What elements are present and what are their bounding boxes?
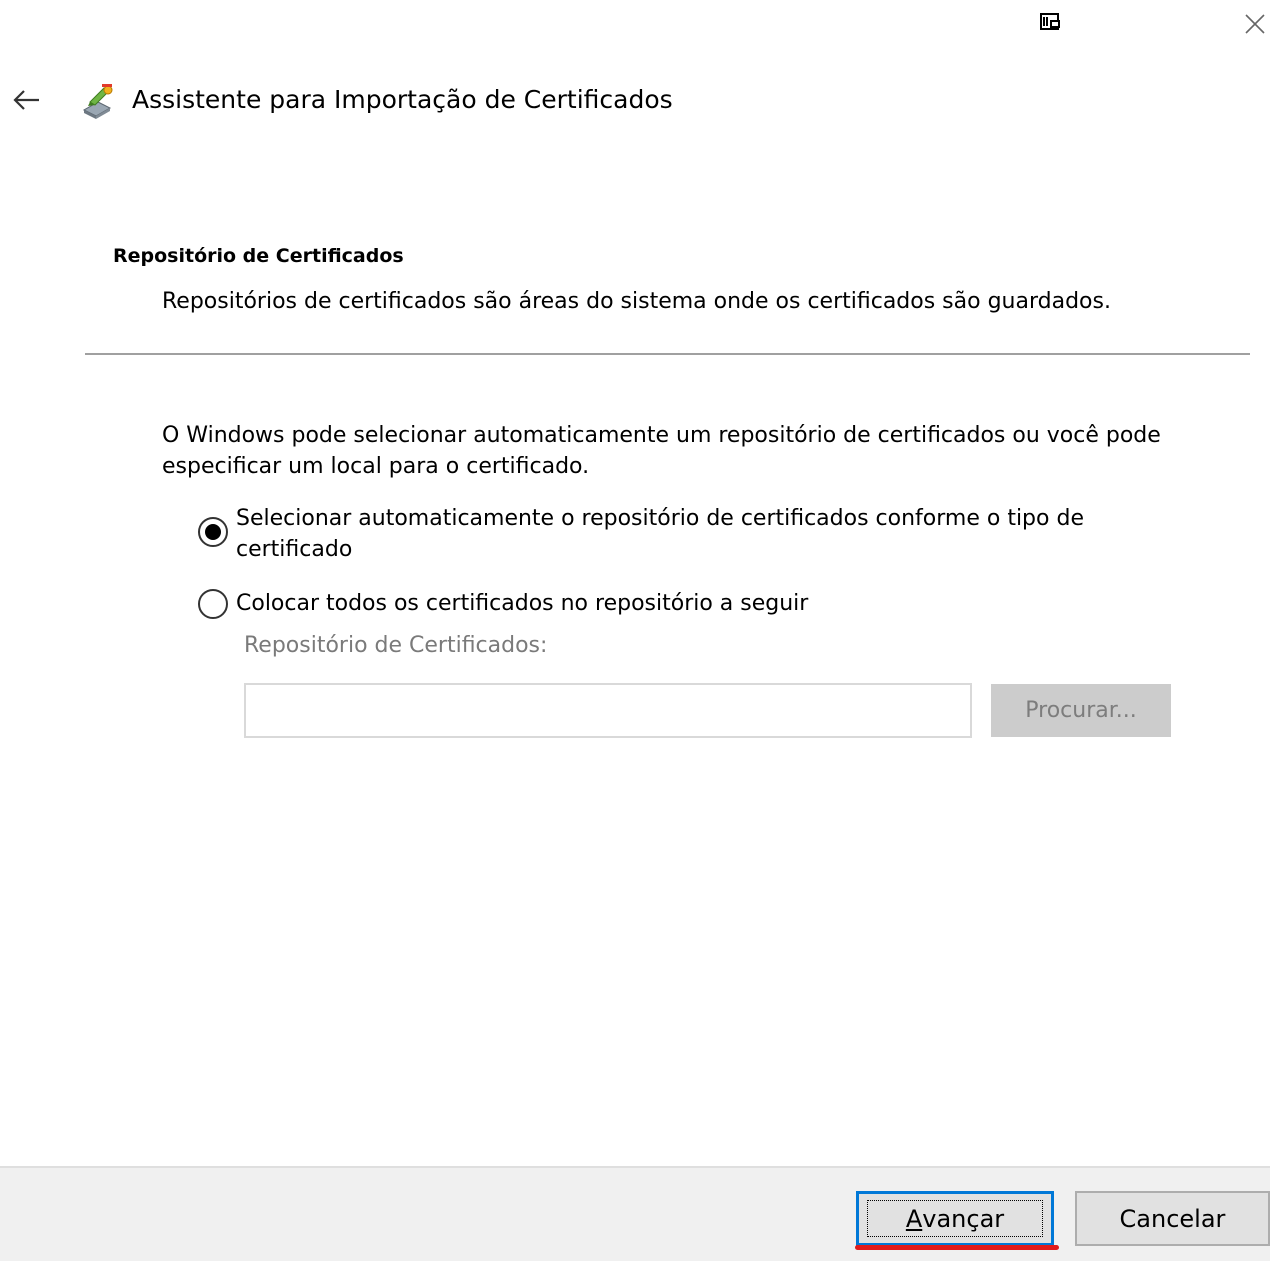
radio-place-all[interactable]: [198, 589, 228, 619]
certificate-store-label: Repositório de Certificados:: [244, 633, 548, 658]
radio-auto-select[interactable]: [198, 517, 228, 547]
radio-selected-dot: [205, 524, 221, 540]
wizard-title: Assistente para Importação de Certificad…: [132, 85, 673, 114]
option-auto-select[interactable]: Selecionar automaticamente o repositório…: [198, 503, 1158, 565]
window-menu-button[interactable]: [1036, 8, 1064, 36]
browse-button[interactable]: Procurar...: [991, 684, 1171, 737]
window-icon: [1040, 13, 1060, 30]
back-arrow-icon: [13, 90, 39, 110]
option-place-all-label[interactable]: Colocar todos os certificados no reposit…: [236, 588, 808, 619]
cancel-button[interactable]: Cancelar: [1075, 1191, 1270, 1246]
back-button[interactable]: [6, 80, 46, 120]
next-button-label: vançar: [922, 1204, 1005, 1233]
section-title: Repositório de Certificados: [113, 245, 404, 267]
next-button[interactable]: Avançar: [856, 1191, 1054, 1246]
header-divider: [85, 353, 1250, 355]
certificate-store-input[interactable]: [244, 683, 972, 738]
section-description: Repositórios de certificados são áreas d…: [162, 289, 1111, 314]
next-button-highlight: [855, 1245, 1059, 1250]
option-auto-select-label[interactable]: Selecionar automaticamente o repositório…: [236, 503, 1158, 565]
close-icon: [1245, 14, 1265, 34]
intro-text: O Windows pode selecionar automaticament…: [162, 423, 1161, 479]
close-button[interactable]: [1240, 6, 1270, 42]
next-button-mnemonic: A: [905, 1204, 923, 1233]
certificate-wizard-icon: [82, 84, 113, 119]
certificate-import-wizard-window: Assistente para Importação de Certificad…: [0, 0, 1270, 1261]
title-bar: [0, 0, 1270, 50]
option-place-all[interactable]: Colocar todos os certificados no reposit…: [198, 588, 1158, 619]
